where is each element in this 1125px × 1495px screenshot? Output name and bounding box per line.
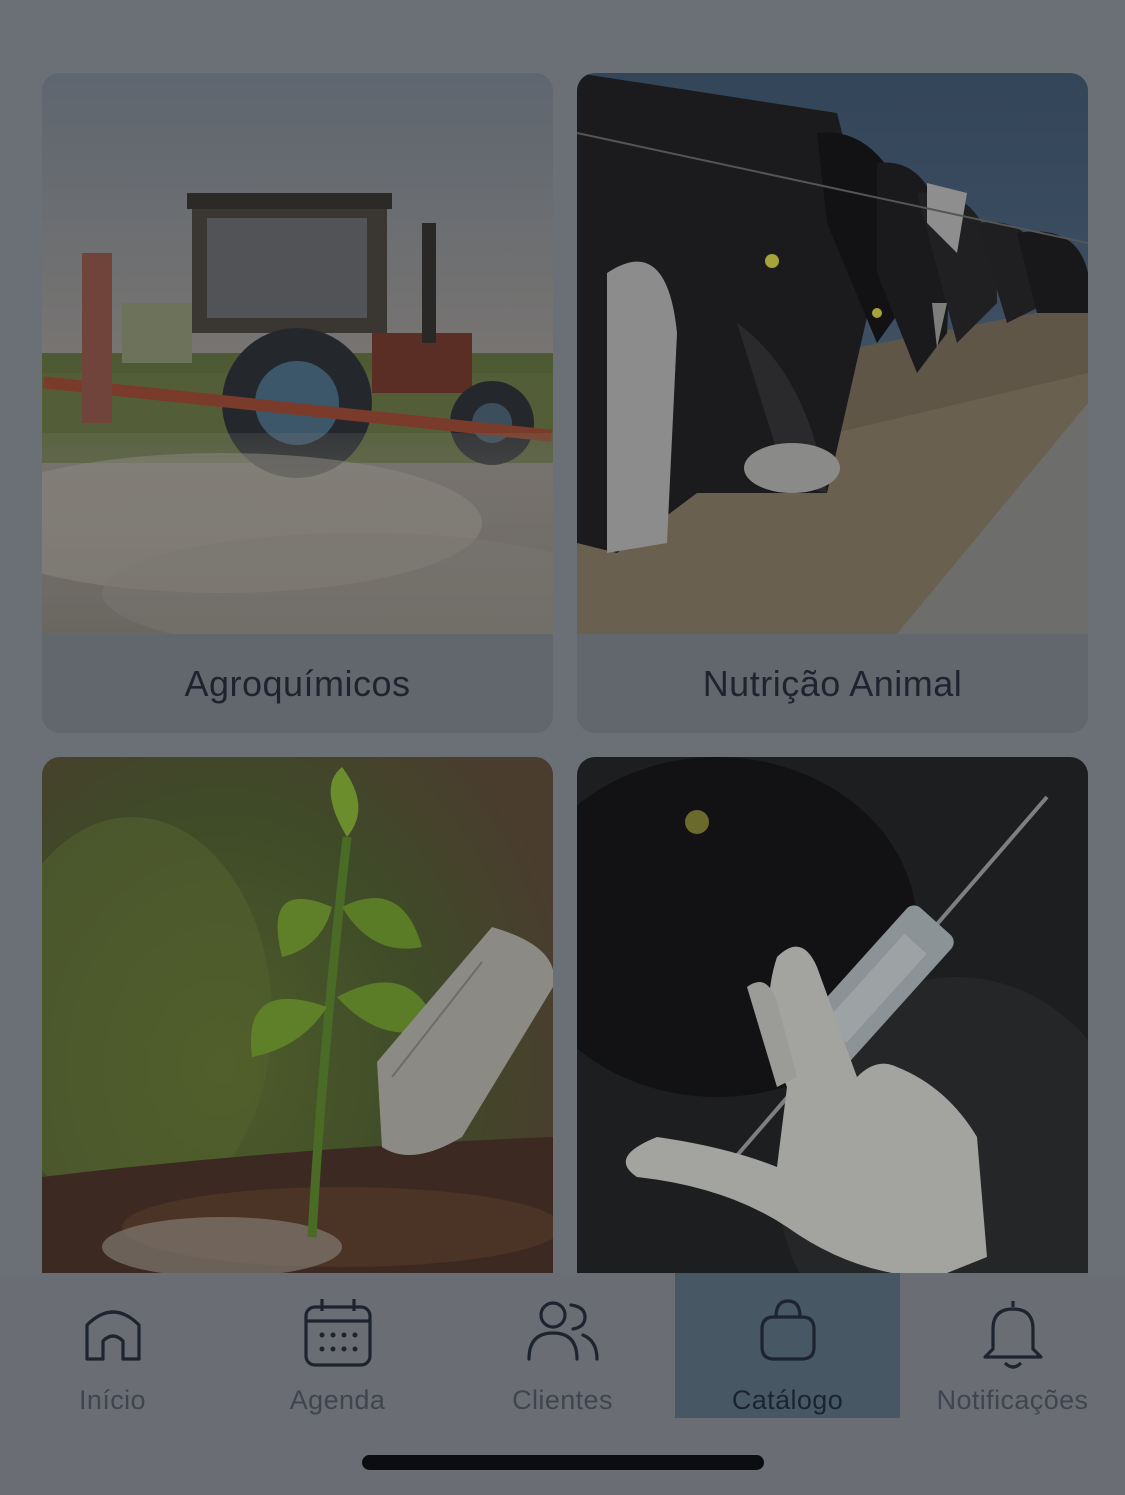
bell-icon <box>975 1295 1051 1371</box>
category-card-agroquimicos[interactable]: Agroquímicos <box>42 73 553 733</box>
tab-label: Catálogo <box>731 1385 844 1415</box>
calendar-icon <box>300 1295 376 1371</box>
category-card-saude-animal[interactable] <box>577 757 1088 1273</box>
tab-clientes[interactable]: Clientes <box>450 1273 675 1418</box>
shopping-bag-icon <box>750 1295 826 1371</box>
tab-agenda[interactable]: Agenda <box>225 1273 450 1418</box>
seedling-image <box>42 757 553 1273</box>
tab-notificacoes[interactable]: Notificações <box>900 1273 1125 1418</box>
tab-catalogo[interactable]: Catálogo <box>675 1273 900 1418</box>
category-card-sementes[interactable] <box>42 757 553 1273</box>
tab-label: Clientes <box>512 1385 613 1415</box>
tractor-spraying-image <box>42 73 553 634</box>
category-label: Nutrição Animal <box>577 634 1088 733</box>
cows-feeding-image <box>577 73 1088 634</box>
home-indicator[interactable] <box>362 1455 764 1470</box>
tab-label: Agenda <box>289 1385 386 1415</box>
syringe-image <box>577 757 1088 1273</box>
tab-inicio[interactable]: Início <box>0 1273 225 1418</box>
category-label: Agroquímicos <box>42 634 553 733</box>
users-icon <box>525 1295 601 1371</box>
home-icon <box>75 1295 151 1371</box>
category-grid: Agroquímicos Nutrição Animal <box>0 0 1125 1273</box>
tab-label: Notificações <box>936 1385 1089 1415</box>
tab-label: Início <box>79 1385 146 1415</box>
category-card-nutricao-animal[interactable]: Nutrição Animal <box>577 73 1088 733</box>
